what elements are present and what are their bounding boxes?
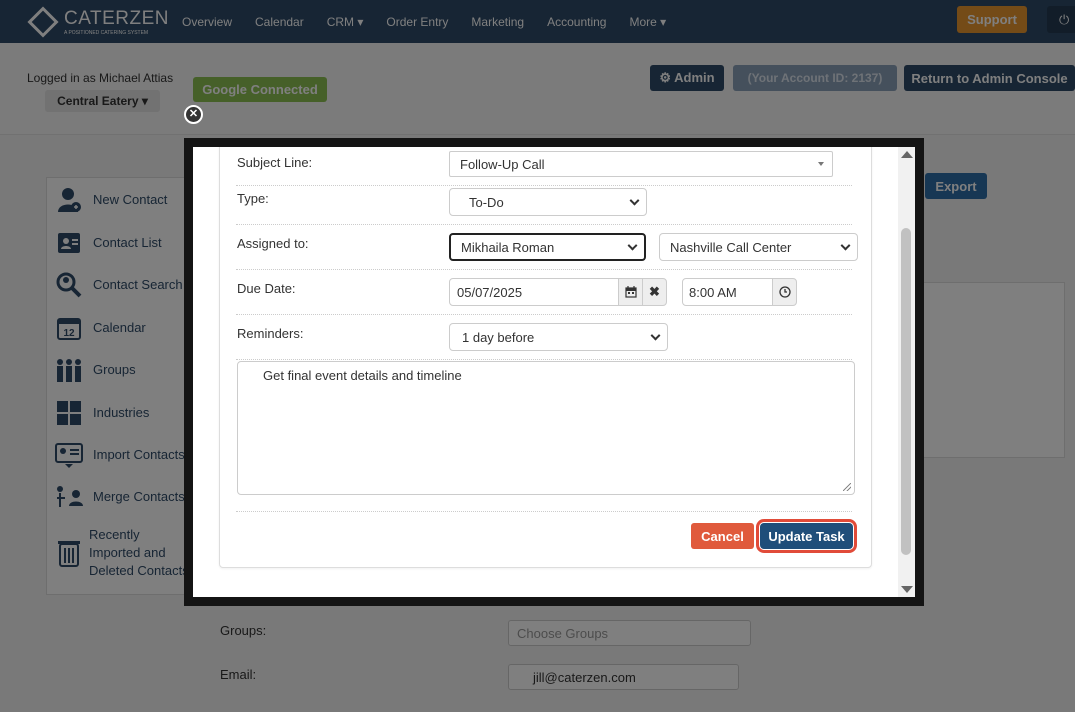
due-time-value: 8:00 AM [689, 284, 737, 300]
chevron-down-icon [650, 330, 661, 341]
due-date-value: 05/07/2025 [457, 284, 523, 300]
subject-select[interactable]: Follow-Up Call [449, 151, 833, 177]
cancel-button[interactable]: Cancel [691, 523, 754, 549]
task-notes-textarea[interactable]: Get final event details and timeline [237, 361, 855, 495]
type-value: To-Do [469, 194, 504, 210]
clock-icon[interactable] [772, 278, 797, 306]
row-divider [236, 224, 852, 225]
chevron-down-icon [840, 240, 851, 251]
reminders-select[interactable]: 1 day before [449, 323, 668, 351]
due-date-input[interactable]: 05/07/2025 [449, 278, 619, 306]
due-time-input[interactable]: 8:00 AM [682, 278, 774, 306]
subject-value: Follow-Up Call [460, 156, 545, 172]
type-label: Type: [237, 191, 269, 206]
scroll-down-icon[interactable] [901, 586, 913, 593]
location-value: Nashville Call Center [670, 239, 792, 255]
task-form: Subject Line: Follow-Up Call Type: To-Do… [219, 147, 872, 568]
scrollbar-thumb[interactable] [901, 228, 911, 555]
row-divider [236, 511, 852, 512]
reminders-label: Reminders: [237, 326, 304, 341]
assigned-value: Mikhaila Roman [461, 239, 555, 255]
reminders-value: 1 day before [462, 329, 535, 345]
location-select[interactable]: Nashville Call Center [659, 233, 858, 261]
scroll-up-icon[interactable] [901, 151, 913, 158]
row-divider [236, 269, 852, 270]
close-icon[interactable]: ✕ [184, 105, 203, 124]
row-divider [236, 314, 852, 315]
chevron-down-icon [627, 240, 638, 251]
subject-label: Subject Line: [237, 155, 313, 170]
assigned-label: Assigned to: [237, 236, 309, 251]
row-divider [236, 185, 852, 186]
calendar-picker-icon[interactable] [618, 278, 643, 306]
update-task-highlight: Update Task [756, 519, 857, 553]
dropdown-arrow-icon [818, 162, 824, 166]
chevron-down-icon [629, 195, 640, 206]
update-task-button[interactable]: Update Task [760, 523, 853, 549]
row-divider [236, 359, 852, 360]
clear-date-icon[interactable]: ✖ [642, 278, 667, 306]
type-select[interactable]: To-Do [449, 188, 647, 216]
edit-task-modal: Subject Line: Follow-Up Call Type: To-Do… [184, 138, 924, 606]
assigned-select[interactable]: Mikhaila Roman [449, 233, 646, 261]
due-date-label: Due Date: [237, 281, 296, 296]
resize-grip-icon[interactable] [843, 483, 851, 491]
task-notes-text: Get final event details and timeline [263, 368, 462, 383]
modal-scrollbar[interactable] [898, 147, 915, 597]
